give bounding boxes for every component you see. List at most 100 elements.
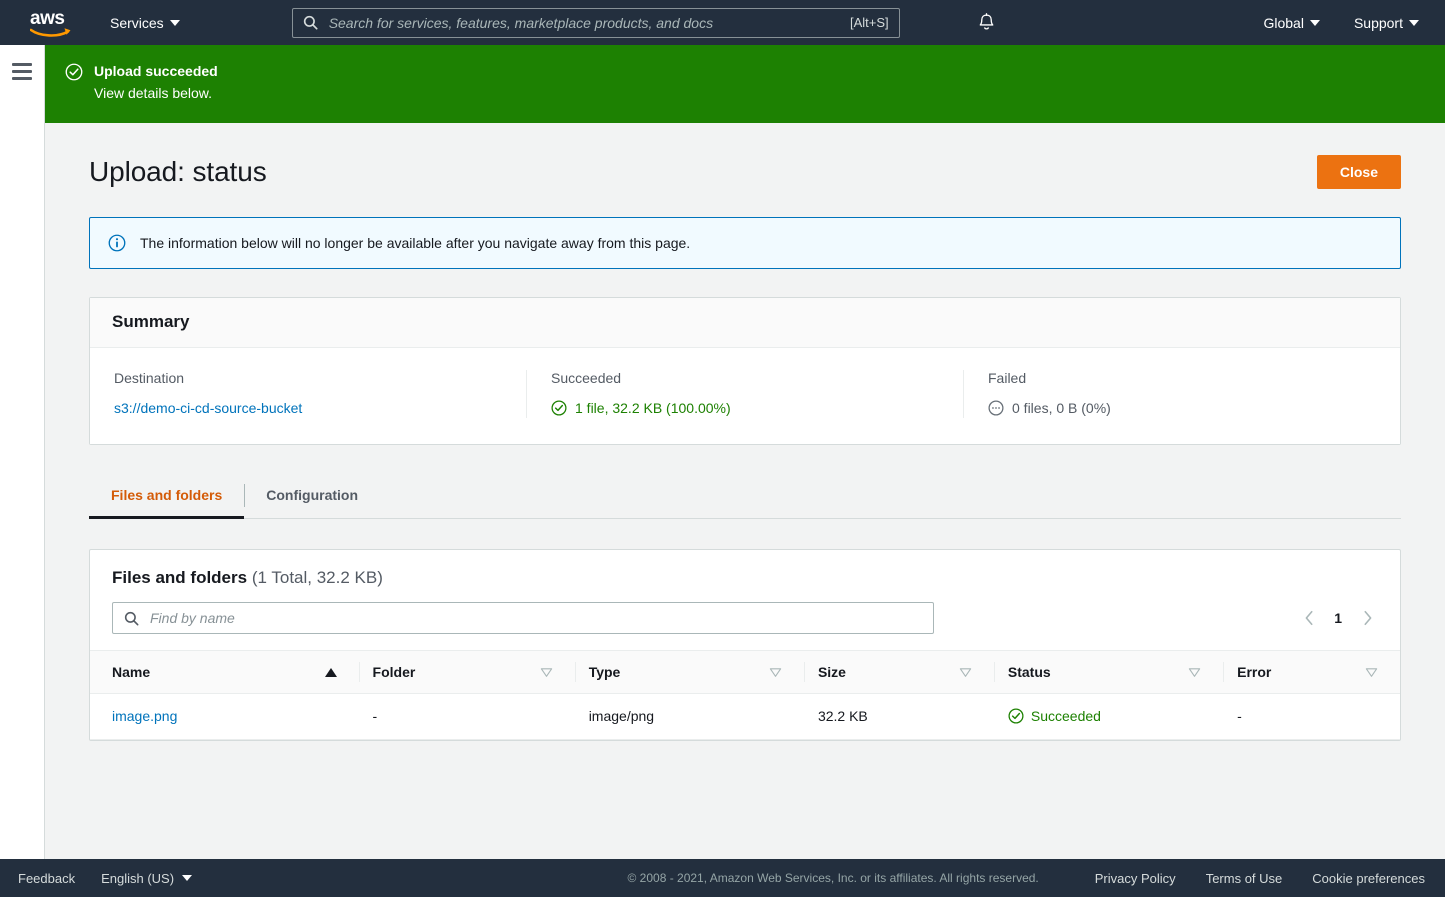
column-header-folder[interactable]: Folder: [358, 650, 575, 694]
summary-grid: Destination s3://demo-ci-cd-source-bucke…: [90, 348, 1400, 444]
flashbar-subtitle: View details below.: [94, 85, 213, 101]
destination-label: Destination: [114, 370, 185, 386]
chevron-down-icon: [1409, 19, 1419, 26]
failed-value: 0 files, 0 B (0%): [1012, 400, 1111, 416]
info-alert-message: The information below will no longer be …: [140, 235, 691, 251]
sort-none-icon: [540, 667, 552, 677]
column-header-status-label: Status: [1007, 664, 1051, 680]
files-panel-header: Files and folders (1 Total, 32.2 KB): [90, 550, 1400, 588]
summary-cell-succeeded: Succeeded 1 file, 32.2 KB (100.00%): [526, 370, 963, 418]
language-selector-label: English (US): [101, 870, 175, 886]
cell-error: -: [1223, 693, 1400, 740]
left-navigation-rail: [0, 45, 45, 859]
destination-bucket-link[interactable]: s3://demo-ci-cd-source-bucket: [114, 400, 302, 416]
status-pending-icon: [988, 400, 1004, 416]
summary-cell-destination: Destination s3://demo-ci-cd-source-bucke…: [90, 370, 526, 418]
global-search-box[interactable]: [Alt+S]: [291, 7, 900, 38]
services-menu-label: Services: [110, 14, 164, 31]
info-circle-icon: [108, 234, 126, 252]
pagination-prev-button[interactable]: [1298, 607, 1320, 629]
table-row: image.png - image/png 32.2 KB Succeeded …: [90, 693, 1400, 740]
failed-label: Failed: [988, 370, 1027, 386]
search-icon: [303, 15, 318, 30]
sort-none-icon: [959, 667, 972, 677]
summary-panel: Summary Destination s3://demo-ci-cd-sour…: [89, 297, 1401, 445]
files-panel-title: Files and folders (1 Total, 32.2 KB): [112, 568, 1378, 588]
files-table: Name Folder Type Size Status Error image…: [90, 650, 1400, 740]
language-selector[interactable]: English (US): [101, 870, 193, 886]
feedback-link[interactable]: Feedback: [18, 871, 75, 886]
cell-status: Succeeded: [993, 693, 1224, 740]
column-header-error-label: Error: [1237, 664, 1272, 680]
cookie-preferences-link[interactable]: Cookie preferences: [1312, 871, 1425, 886]
column-header-error[interactable]: Error: [1223, 650, 1400, 694]
sort-none-icon: [1188, 667, 1201, 677]
terms-of-use-link[interactable]: Terms of Use: [1206, 871, 1283, 886]
find-by-name-input[interactable]: [148, 609, 922, 627]
succeeded-value: 1 file, 32.2 KB (100.00%): [575, 400, 731, 416]
copyright-text: © 2008 - 2021, Amazon Web Services, Inc.…: [627, 871, 1039, 885]
column-header-type[interactable]: Type: [574, 650, 804, 694]
summary-panel-header: Summary: [90, 298, 1400, 348]
privacy-policy-link[interactable]: Privacy Policy: [1095, 871, 1176, 886]
notifications-button[interactable]: [970, 6, 1004, 40]
main-content: Upload: status Close The information bel…: [45, 123, 1445, 859]
global-nav-right-group: Global Support: [1255, 9, 1427, 37]
region-selector[interactable]: Global: [1255, 9, 1327, 37]
chevron-left-icon: [1305, 610, 1313, 626]
sort-none-icon: [769, 667, 782, 677]
search-shortcut-hint: [Alt+S]: [850, 15, 889, 30]
flashbar-text-group: Upload succeeded View details below.: [94, 62, 218, 103]
status-success-icon: [1008, 708, 1024, 724]
sort-ascending-icon: [324, 667, 337, 677]
files-toolbar: 1: [90, 602, 1400, 650]
column-header-name[interactable]: Name: [90, 650, 359, 694]
tab-files-and-folders[interactable]: Files and folders: [89, 475, 245, 519]
find-by-name-field[interactable]: [112, 602, 934, 634]
support-menu[interactable]: Support: [1346, 9, 1427, 37]
close-button[interactable]: Close: [1316, 155, 1401, 189]
files-panel-count: (1 Total, 32.2 KB): [251, 568, 383, 587]
content-column: Upload succeeded View details below. Upl…: [45, 45, 1445, 859]
failed-value-group: 0 files, 0 B (0%): [988, 400, 1376, 416]
summary-cell-failed: Failed 0 files, 0 B (0%): [963, 370, 1400, 418]
summary-heading: Summary: [112, 312, 190, 331]
bell-icon: [979, 13, 994, 30]
cell-name: image.png: [90, 693, 359, 740]
column-header-folder-label: Folder: [372, 664, 416, 680]
hamburger-menu-icon[interactable]: [12, 63, 32, 84]
console-body: Upload succeeded View details below. Upl…: [0, 45, 1445, 859]
flashbar-title: Upload succeeded: [94, 63, 218, 79]
files-panel-title-text: Files and folders: [112, 568, 248, 587]
file-name-link[interactable]: image.png: [112, 708, 177, 724]
region-selector-label: Global: [1263, 14, 1304, 31]
search-icon: [124, 611, 139, 625]
tab-bar: Files and folders Configuration: [89, 475, 1401, 519]
aws-logo[interactable]: aws: [28, 8, 76, 38]
tab-configuration[interactable]: Configuration: [244, 475, 380, 519]
aws-logo-smile-icon: [30, 27, 71, 37]
global-search-input[interactable]: [326, 13, 842, 32]
status-badge: Succeeded: [1008, 708, 1215, 724]
status-success-icon: [65, 63, 83, 81]
services-menu[interactable]: Services: [102, 9, 188, 37]
pagination-page-1[interactable]: 1: [1334, 610, 1342, 626]
cell-type: image/png: [574, 693, 804, 740]
column-header-type-label: Type: [588, 664, 621, 680]
pagination-next-button[interactable]: [1356, 607, 1378, 629]
succeeded-label: Succeeded: [551, 370, 622, 386]
column-header-status[interactable]: Status: [993, 650, 1224, 694]
chevron-down-icon: [1309, 19, 1320, 26]
chevron-right-icon: [1363, 610, 1371, 626]
succeeded-value-group: 1 file, 32.2 KB (100.00%): [551, 400, 939, 416]
support-menu-label: Support: [1353, 14, 1403, 31]
column-header-name-label: Name: [112, 664, 151, 680]
column-header-size[interactable]: Size: [803, 650, 994, 694]
chevron-down-icon: [169, 19, 180, 26]
cell-size: 32.2 KB: [803, 693, 994, 740]
status-badge-label: Succeeded: [1030, 708, 1101, 724]
column-header-size-label: Size: [817, 664, 846, 680]
page-title: Upload: status: [89, 156, 267, 187]
files-table-header-row: Name Folder Type Size Status Error: [90, 650, 1400, 694]
info-alert: The information below will no longer be …: [89, 217, 1401, 269]
